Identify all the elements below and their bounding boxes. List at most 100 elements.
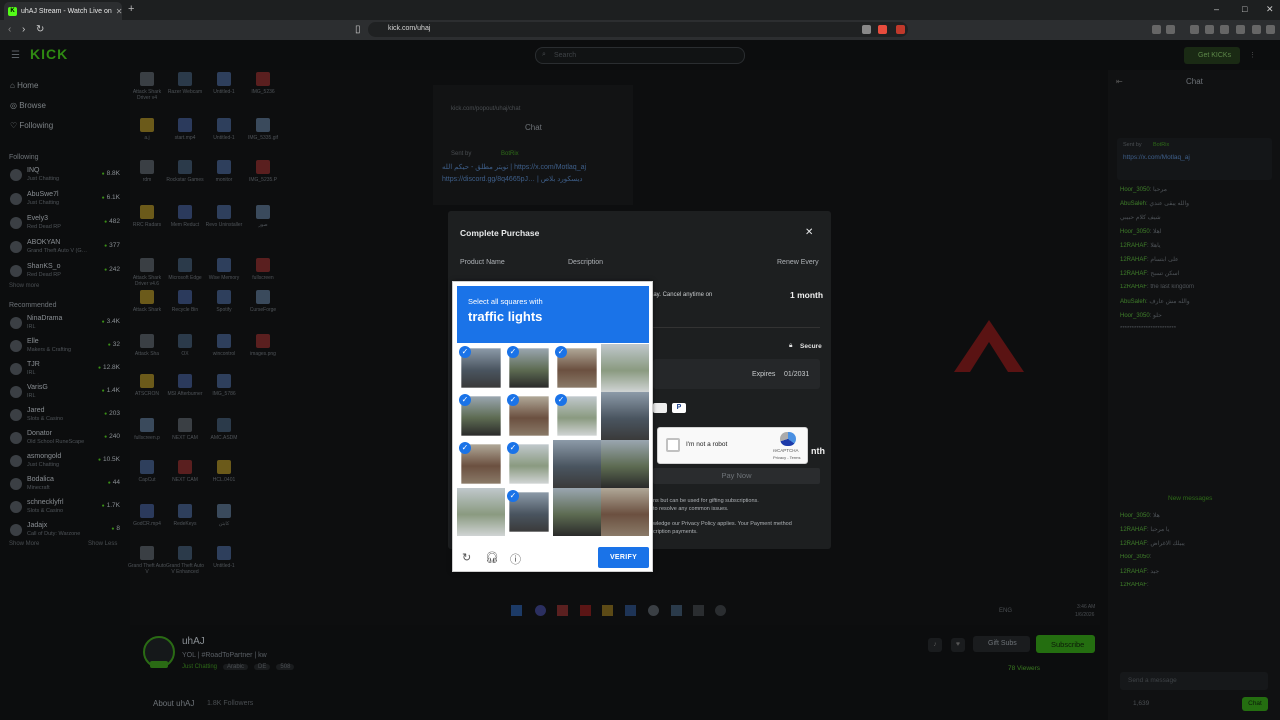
chat-username[interactable]: AbuSaleh (1120, 201, 1146, 207)
sidebar-channel[interactable]: Evely3 Red Dead RP 482 (10, 214, 120, 236)
search-input[interactable]: ⌕ Search (535, 47, 745, 64)
info-icon[interactable]: ⓘ (510, 551, 521, 567)
maximize-button[interactable]: □ (1242, 4, 1247, 14)
recaptcha-links[interactable]: Privacy - Terms (773, 455, 800, 460)
captcha-tile[interactable] (553, 440, 601, 488)
captcha-tile[interactable] (601, 344, 649, 392)
apple-pay-icon[interactable] (653, 403, 667, 413)
hamburger-menu-icon[interactable]: ☰ (11, 50, 20, 61)
sidebar-channel[interactable]: Donator Old School RuneScape 240 (10, 429, 120, 451)
tag-badge[interactable]: 508 (276, 664, 295, 670)
captcha-tile[interactable]: ✓ (505, 344, 553, 392)
chat-username[interactable]: 12RAHAF (1120, 527, 1147, 533)
shield-icon[interactable] (1252, 25, 1261, 34)
reload-challenge-icon[interactable]: ↻ (462, 551, 471, 564)
sidebar-item-home[interactable]: ⌂ Home (10, 81, 53, 101)
captcha-tile[interactable]: ✓ (505, 440, 553, 488)
follow-heart-icon[interactable]: ♥ (951, 638, 965, 652)
show-more-link[interactable]: Show More (9, 541, 39, 547)
more-icon[interactable]: ⋮ (1249, 51, 1256, 59)
brave-rewards-icon[interactable] (896, 25, 905, 34)
captcha-tile[interactable]: ✓ (457, 392, 505, 440)
chat-username[interactable]: 12RAHAF (1120, 271, 1147, 277)
get-kicks-button[interactable]: Get KICKs (1184, 47, 1240, 64)
captcha-tile[interactable]: ✓ (553, 392, 601, 440)
captcha-tile[interactable]: ✓ (457, 440, 505, 488)
new-tab-button[interactable]: + (128, 3, 134, 15)
browser-tab[interactable]: K uhAJ Stream - Watch Live on ✕ (4, 2, 122, 20)
captcha-tile[interactable] (457, 488, 505, 536)
sidebar-channel[interactable]: INQ Just Chatting 8.8K (10, 166, 120, 188)
sidebar-channel[interactable]: asmongold Just Chatting 10.5K (10, 452, 120, 474)
captcha-tile[interactable] (601, 440, 649, 488)
chat-username[interactable]: 12RAHAF (1120, 582, 1147, 588)
share-icon[interactable] (862, 25, 871, 34)
vpn-icon[interactable] (1236, 25, 1245, 34)
sidebar-channel[interactable]: VarisG IRL 1.4K (10, 383, 120, 405)
sidebar-channel[interactable]: Elle Makers & Crafting 32 (10, 337, 120, 359)
bookmark-icon[interactable]: ▯ (355, 24, 361, 35)
captcha-tile[interactable] (553, 488, 601, 536)
category-link[interactable]: Just Chatting (182, 664, 217, 670)
pinned-link[interactable]: https://x.com/Motlaq_aj (1123, 154, 1190, 161)
sidebar-channel[interactable]: Jadajx Call of Duty: Warzone 8 (10, 521, 120, 543)
sidebar-channel[interactable]: Jared Slots & Casino 203 (10, 406, 120, 428)
chat-username[interactable]: AbuSaleh (1120, 299, 1146, 305)
bell-icon[interactable]: ♪ (928, 638, 942, 652)
sidebar-item-following[interactable]: ♡ Following (10, 121, 53, 141)
sidebar-item-browse[interactable]: ◎ Browse (10, 101, 53, 121)
kick-points-count[interactable]: 1,639 (1133, 700, 1149, 707)
subscribe-button[interactable]: Subscribe (1036, 635, 1095, 653)
extension-icon[interactable] (1152, 25, 1161, 34)
chat-username[interactable]: 12RAHAF (1120, 569, 1147, 575)
recaptcha-checkbox[interactable] (666, 438, 680, 452)
captcha-tile[interactable]: ✓ (505, 488, 553, 536)
sidebar-channel[interactable]: AbuSwe7l Just Chatting 6.1K (10, 190, 120, 212)
captcha-tile[interactable]: ✓ (553, 344, 601, 392)
chat-username[interactable]: 12RAHAF (1120, 284, 1147, 290)
wallet-icon[interactable] (1220, 25, 1229, 34)
sidebar-channel[interactable]: ABOKYAN Grand Theft Auto V (G… 377 (10, 238, 120, 260)
menu-icon[interactable] (1266, 25, 1275, 34)
streamer-name[interactable]: uhAJ (182, 636, 205, 647)
kick-logo[interactable]: KICK (30, 46, 68, 62)
captcha-tile[interactable]: ✓ (457, 344, 505, 392)
forward-icon[interactable]: › (22, 24, 25, 35)
gift-subs-button[interactable]: Gift Subs (973, 636, 1030, 652)
tag-badge[interactable]: DE (254, 664, 271, 670)
captcha-tile[interactable] (601, 488, 649, 536)
chat-username[interactable]: 12RAHAF (1120, 541, 1147, 547)
chat-username[interactable]: Hoor_3050 (1120, 313, 1150, 319)
chat-username[interactable]: 12RAHAF (1120, 243, 1147, 249)
chat-username[interactable]: 12RAHAF (1120, 257, 1147, 263)
chat-username[interactable]: Hoor_3050 (1120, 554, 1150, 560)
verify-button[interactable]: VERIFY (598, 547, 649, 568)
sidebar-channel[interactable]: ShanKS_o Red Dead RP 242 (10, 262, 120, 284)
audio-challenge-icon[interactable]: 🎧︎ (485, 551, 499, 564)
paypal-icon[interactable]: P (672, 403, 686, 413)
tag-badge[interactable]: Arabic (223, 664, 249, 670)
collapse-chat-icon[interactable]: ⇤ (1116, 77, 1123, 86)
close-tab-icon[interactable]: ✕ (116, 7, 122, 16)
minimize-button[interactable]: – (1214, 4, 1219, 14)
captcha-tile[interactable]: ✓ (505, 392, 553, 440)
back-icon[interactable]: ‹ (8, 24, 11, 35)
chat-send-button[interactable]: Chat (1242, 697, 1268, 711)
new-messages-divider[interactable]: New messages (1168, 495, 1212, 502)
reload-icon[interactable]: ↻ (36, 24, 44, 35)
sidebar-channel[interactable]: TJR IRL 12.8K (10, 360, 120, 382)
extension-icon[interactable] (1166, 25, 1175, 34)
close-dialog-icon[interactable]: ✕ (805, 227, 813, 238)
chat-input[interactable]: Send a message (1120, 672, 1268, 690)
chat-username[interactable]: Hoor_3050 (1120, 229, 1150, 235)
chat-username[interactable]: Hoor_3050 (1120, 513, 1150, 519)
extension-icon[interactable] (1190, 25, 1199, 34)
captcha-tile[interactable] (601, 392, 649, 440)
show-less-link[interactable]: Show Less (88, 541, 117, 547)
address-bar[interactable]: kick.com/uhaj (368, 22, 908, 37)
sidebar-icon[interactable] (1205, 25, 1214, 34)
close-window-button[interactable]: ✕ (1266, 4, 1274, 15)
sidebar-channel[interactable]: Bodalica Minecraft 44 (10, 475, 120, 497)
sidebar-channel[interactable]: NinaDrama IRL 3.4K (10, 314, 120, 336)
pay-now-button[interactable]: Pay Now (653, 468, 820, 484)
